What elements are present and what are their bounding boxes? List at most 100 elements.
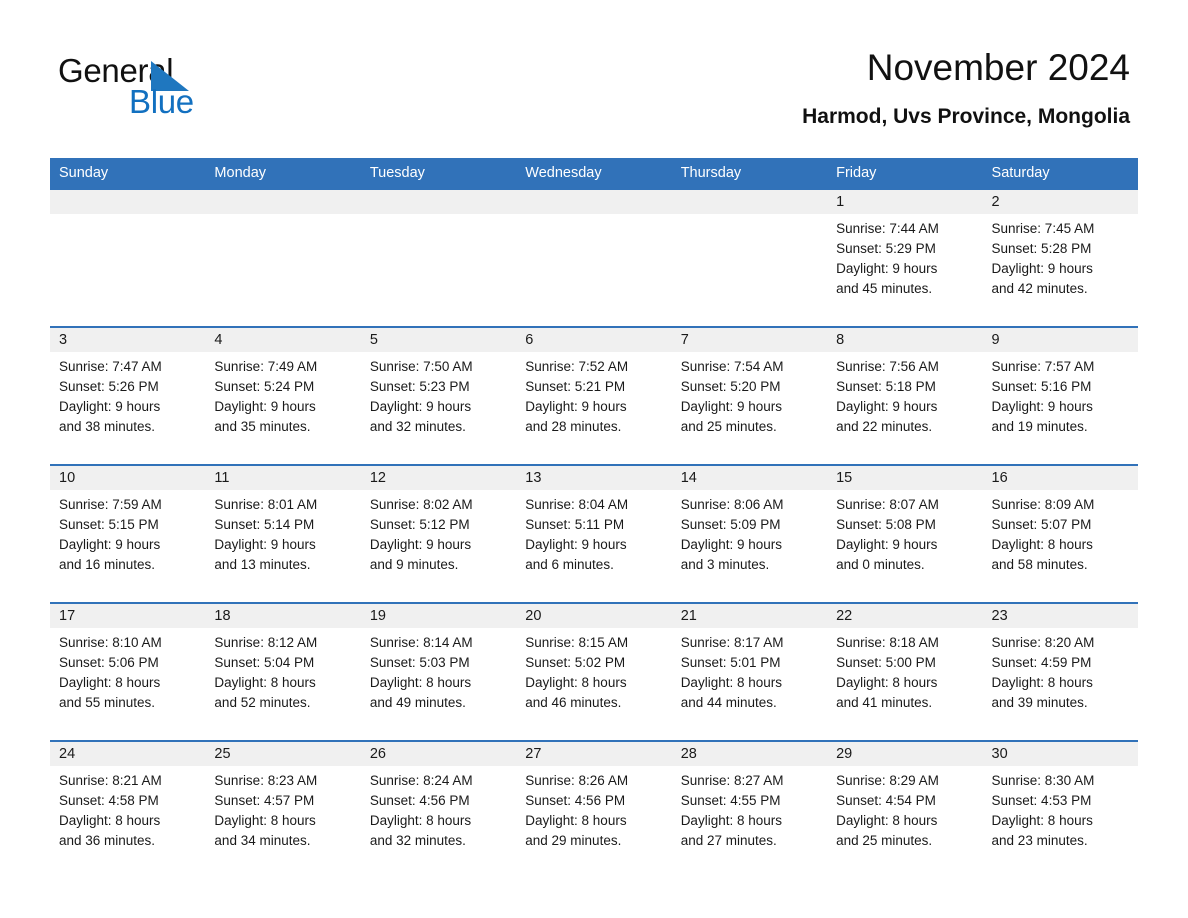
sunrise-text: Sunrise: 7:59 AM — [59, 497, 162, 512]
day-number: 30 — [991, 746, 1008, 762]
daylight-text-line2: and 46 minutes. — [525, 695, 622, 710]
page-title: November 2024 — [866, 47, 1130, 88]
calendar-day-cell[interactable]: 7 Sunrise: 7:54 AM Sunset: 5:20 PM Daylight… — [671, 326, 828, 448]
day-number: 5 — [369, 332, 378, 348]
calendar-header-row: Sunday Monday Tuesday Wednesday Thursday… — [50, 158, 1138, 189]
spacer-cell — [982, 448, 1138, 465]
day-cell-inner — [50, 190, 206, 310]
daylight-text-line1: Daylight: 8 hours — [991, 675, 1093, 690]
day-number-band: 4 — [205, 328, 361, 352]
sunrise-text: Sunrise: 8:26 AM — [525, 773, 629, 788]
day-cell-body: Sunrise: 8:04 AM Sunset: 5:11 PM Daylight:… — [516, 490, 671, 575]
day-number: 15 — [836, 470, 853, 486]
calendar-day-cell[interactable]: 10 Sunrise: 7:59 AM Sunset: 5:15 PM Dayligh… — [50, 464, 206, 586]
day-cell-body: Sunrise: 7:57 AM Sunset: 5:16 PM Daylight:… — [983, 352, 1138, 437]
calendar-day-cell[interactable]: 15 Sunrise: 8:07 AM Sunset: 5:08 PM Dayligh… — [827, 464, 983, 586]
day-cell-inner: 14 Sunrise: 8:06 AM Sunset: 5:09 PM Dayligh… — [671, 466, 828, 586]
spacer-cell — [671, 724, 828, 741]
day-cell-body — [205, 214, 360, 219]
calendar-week-row: 3 Sunrise: 7:47 AM Sunset: 5:26 PM Daylight… — [50, 326, 1138, 448]
sunrise-text: Sunrise: 8:27 AM — [680, 773, 784, 788]
daylight-text-line1: Daylight: 8 hours — [836, 813, 938, 828]
daylight-text-line1: Daylight: 8 hours — [214, 675, 316, 690]
calendar-day-cell[interactable]: 2 Sunrise: 7:45 AM Sunset: 5:28 PM Daylight… — [982, 188, 1138, 310]
daylight-text-line2: and 58 minutes. — [991, 557, 1088, 572]
daylight-text-line1: Daylight: 9 hours — [525, 399, 627, 414]
daylight-text-line1: Daylight: 8 hours — [991, 537, 1093, 552]
calendar-empty-cell — [360, 188, 517, 310]
calendar-day-cell[interactable]: 3 Sunrise: 7:47 AM Sunset: 5:26 PM Daylight… — [50, 326, 206, 448]
weekday-header-tuesday: Tuesday — [360, 158, 517, 189]
sunrise-text: Sunrise: 8:18 AM — [836, 635, 939, 650]
day-number: 24 — [59, 746, 76, 762]
daylight-text-line1: Daylight: 9 hours — [991, 261, 1093, 276]
day-number: 2 — [991, 194, 1000, 210]
daylight-text-line2: and 39 minutes. — [991, 695, 1088, 710]
day-cell-body: Sunrise: 7:54 AM Sunset: 5:20 PM Daylight:… — [672, 352, 827, 437]
sunset-text: Sunset: 5:15 PM — [59, 517, 159, 532]
calendar-day-cell[interactable]: 27 Sunrise: 8:26 AM Sunset: 4:56 PM Dayligh… — [516, 740, 672, 862]
calendar-day-cell[interactable]: 30 Sunrise: 8:30 AM Sunset: 4:53 PM Dayligh… — [982, 740, 1138, 862]
day-cell-inner: 21 Sunrise: 8:17 AM Sunset: 5:01 PM Dayligh… — [671, 604, 828, 724]
daylight-text-line1: Daylight: 9 hours — [369, 537, 472, 552]
calendar-day-cell[interactable]: 29 Sunrise: 8:29 AM Sunset: 4:54 PM Dayligh… — [827, 740, 983, 862]
daylight-text-line1: Daylight: 8 hours — [680, 675, 782, 690]
day-cell-body: Sunrise: 8:21 AM Sunset: 4:58 PM Daylight:… — [50, 766, 205, 851]
day-number-band: 14 — [671, 466, 828, 490]
day-number: 25 — [214, 746, 231, 762]
daylight-text-line1: Daylight: 9 hours — [680, 537, 782, 552]
day-cell-inner: 1 Sunrise: 7:44 AM Sunset: 5:29 PM Daylight… — [827, 190, 983, 310]
calendar-day-cell[interactable]: 23 Sunrise: 8:20 AM Sunset: 4:59 PM Dayligh… — [982, 602, 1138, 724]
calendar-day-cell[interactable]: 14 Sunrise: 8:06 AM Sunset: 5:09 PM Dayligh… — [671, 464, 828, 586]
sunrise-text: Sunrise: 8:21 AM — [59, 773, 162, 788]
day-cell-body: Sunrise: 8:23 AM Sunset: 4:57 PM Daylight:… — [205, 766, 360, 851]
spacer-cell — [50, 310, 206, 327]
calendar-day-cell[interactable]: 20 Sunrise: 8:15 AM Sunset: 5:02 PM Dayligh… — [516, 602, 672, 724]
daylight-text-line1: Daylight: 8 hours — [214, 813, 316, 828]
day-cell-inner: 25 Sunrise: 8:23 AM Sunset: 4:57 PM Dayligh… — [205, 742, 361, 862]
sunset-text: Sunset: 4:56 PM — [369, 793, 470, 808]
calendar-day-cell[interactable]: 19 Sunrise: 8:14 AM Sunset: 5:03 PM Dayligh… — [360, 602, 517, 724]
calendar-day-cell[interactable]: 16 Sunrise: 8:09 AM Sunset: 5:07 PM Dayligh… — [982, 464, 1138, 586]
calendar-day-cell[interactable]: 5 Sunrise: 7:50 AM Sunset: 5:23 PM Daylight… — [360, 326, 517, 448]
calendar-day-cell[interactable]: 4 Sunrise: 7:49 AM Sunset: 5:24 PM Daylight… — [205, 326, 361, 448]
sunrise-text: Sunrise: 8:01 AM — [214, 497, 318, 512]
sunset-text: Sunset: 5:01 PM — [680, 655, 781, 670]
day-cell-body — [50, 214, 205, 219]
day-cell-body: Sunrise: 8:27 AM Sunset: 4:55 PM Daylight:… — [672, 766, 827, 851]
general-blue-logo[interactable]: General Blue — [58, 52, 378, 132]
calendar-day-cell[interactable]: 9 Sunrise: 7:57 AM Sunset: 5:16 PM Daylight… — [982, 326, 1138, 448]
calendar-day-cell[interactable]: 17 Sunrise: 8:10 AM Sunset: 5:06 PM Dayligh… — [50, 602, 206, 724]
calendar-day-cell[interactable]: 25 Sunrise: 8:23 AM Sunset: 4:57 PM Dayligh… — [205, 740, 361, 862]
day-cell-inner: 12 Sunrise: 8:02 AM Sunset: 5:12 PM Dayligh… — [360, 466, 517, 586]
spacer-cell — [827, 448, 983, 465]
sunset-text: Sunset: 5:26 PM — [59, 379, 159, 394]
calendar-week-spacer — [50, 724, 1138, 741]
sunrise-text: Sunrise: 7:44 AM — [836, 221, 939, 236]
calendar-day-cell[interactable]: 21 Sunrise: 8:17 AM Sunset: 5:01 PM Dayligh… — [671, 602, 828, 724]
weekday-header-sunday: Sunday — [50, 158, 206, 189]
calendar-day-cell[interactable]: 18 Sunrise: 8:12 AM Sunset: 5:04 PM Dayligh… — [205, 602, 361, 724]
daylight-text-line2: and 55 minutes. — [59, 695, 156, 710]
sunset-text: Sunset: 5:12 PM — [369, 517, 470, 532]
sunset-text: Sunset: 5:03 PM — [369, 655, 470, 670]
calendar-day-cell[interactable]: 22 Sunrise: 8:18 AM Sunset: 5:00 PM Dayligh… — [827, 602, 983, 724]
day-cell-body: Sunrise: 7:50 AM Sunset: 5:23 PM Daylight:… — [361, 352, 516, 437]
day-number: 12 — [369, 470, 386, 486]
calendar-day-cell[interactable]: 12 Sunrise: 8:02 AM Sunset: 5:12 PM Dayligh… — [360, 464, 517, 586]
daylight-text-line1: Daylight: 8 hours — [59, 813, 161, 828]
calendar-day-cell[interactable]: 11 Sunrise: 8:01 AM Sunset: 5:14 PM Dayligh… — [205, 464, 361, 586]
sunset-text: Sunset: 5:07 PM — [991, 517, 1092, 532]
spacer-cell — [360, 586, 517, 603]
calendar-day-cell[interactable]: 8 Sunrise: 7:56 AM Sunset: 5:18 PM Daylight… — [827, 326, 983, 448]
weekday-header-wednesday: Wednesday — [516, 158, 672, 189]
daylight-text-line1: Daylight: 8 hours — [369, 813, 472, 828]
calendar-day-cell[interactable]: 24 Sunrise: 8:21 AM Sunset: 4:58 PM Dayligh… — [50, 740, 206, 862]
calendar-day-cell[interactable]: 26 Sunrise: 8:24 AM Sunset: 4:56 PM Dayligh… — [360, 740, 517, 862]
day-cell-body: Sunrise: 7:45 AM Sunset: 5:28 PM Daylight:… — [983, 214, 1138, 299]
calendar-day-cell[interactable]: 1 Sunrise: 7:44 AM Sunset: 5:29 PM Daylight… — [827, 188, 983, 310]
calendar-day-cell[interactable]: 13 Sunrise: 8:04 AM Sunset: 5:11 PM Dayligh… — [516, 464, 672, 586]
calendar-day-cell[interactable]: 28 Sunrise: 8:27 AM Sunset: 4:55 PM Dayligh… — [671, 740, 828, 862]
day-number: 16 — [991, 470, 1008, 486]
calendar-day-cell[interactable]: 6 Sunrise: 7:52 AM Sunset: 5:21 PM Daylight… — [516, 326, 672, 448]
